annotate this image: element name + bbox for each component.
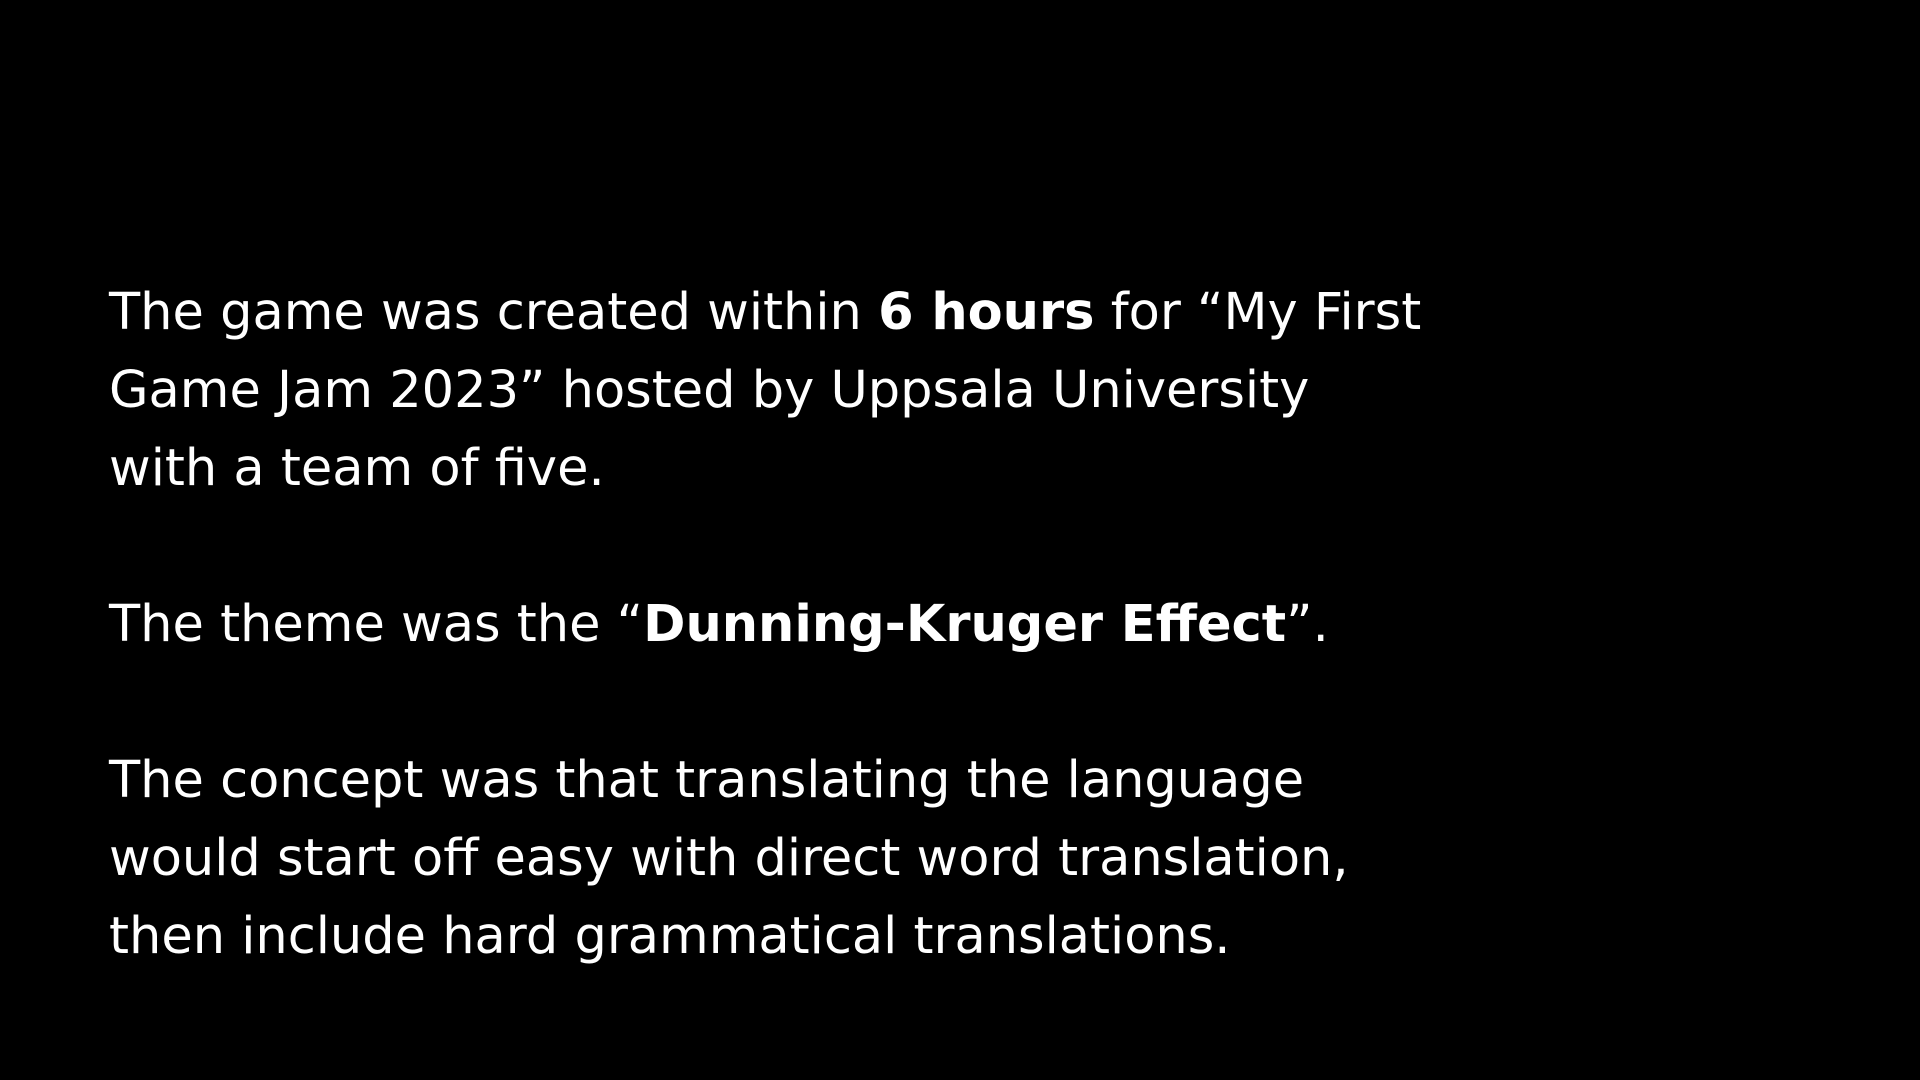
paragraph-game-jam: The game was created within 6 hours for … <box>109 274 1429 508</box>
slide: The game was created within 6 hours for … <box>0 0 1920 1080</box>
bold-duration: 6 hours <box>878 283 1095 342</box>
paragraph-text: The theme was the “ <box>109 595 644 654</box>
paragraph-theme: The theme was the “Dunning-Kruger Effect… <box>109 586 1429 664</box>
slide-body: The game was created within 6 hours for … <box>109 274 1429 976</box>
bold-theme-name: Dunning-Kruger Effect <box>643 595 1287 654</box>
paragraph-concept: The concept was that translating the lan… <box>109 751 1349 966</box>
paragraph-text: The game was created within <box>109 283 879 342</box>
paragraph-text: ”. <box>1286 595 1329 654</box>
